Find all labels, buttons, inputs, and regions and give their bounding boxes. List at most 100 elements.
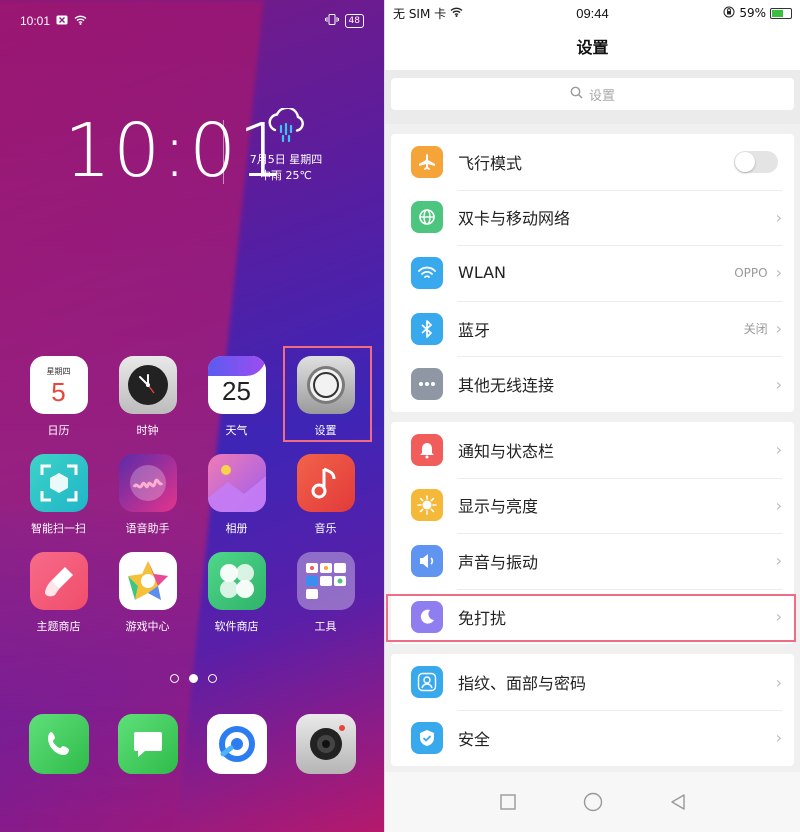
- airplane-icon: [411, 145, 443, 178]
- rotation-lock-icon: [723, 6, 735, 21]
- browser-icon: [206, 714, 267, 774]
- messages-icon: [117, 714, 178, 774]
- battery-percent: 59%: [739, 6, 766, 20]
- weather-date: 7月5日 星期四: [249, 153, 323, 166]
- recents-button[interactable]: [496, 790, 520, 814]
- chevron-right-icon: ›: [775, 728, 782, 748]
- chevron-right-icon: ›: [775, 672, 782, 692]
- globe-icon: [411, 201, 443, 234]
- settings-screen: 无 SIM 卡 09:44 59% 设置 设置 飞行模式 双卡与移动网络 › W…: [384, 0, 800, 832]
- scan-icon: [29, 454, 88, 512]
- battery-indicator: 48: [344, 14, 364, 28]
- dock-phone[interactable]: [14, 714, 103, 774]
- search-input[interactable]: 设置: [391, 78, 794, 110]
- chevron-right-icon: ›: [775, 319, 782, 339]
- app-calendar[interactable]: 星期四 5 日历: [14, 356, 103, 438]
- setting-label: 飞行模式: [458, 153, 523, 173]
- settings-app-highlight: [283, 346, 372, 442]
- status-time: 10:01: [20, 14, 51, 28]
- setting-label: 通知与状态栏: [458, 441, 555, 461]
- navigation-bar: [385, 772, 800, 832]
- settings-group-connectivity: 飞行模式 双卡与移动网络 › WLAN OPPO › 蓝牙 关闭 › 其他无线连…: [391, 134, 794, 412]
- page-dot[interactable]: [170, 674, 179, 683]
- airplane-mode-toggle[interactable]: [734, 150, 778, 173]
- chevron-right-icon: ›: [775, 440, 782, 460]
- back-button[interactable]: [666, 790, 690, 814]
- clock-icon: [118, 356, 177, 414]
- setting-dual-sim[interactable]: 双卡与移动网络 ›: [391, 189, 794, 246]
- dock-camera[interactable]: [281, 714, 370, 774]
- setting-notifications[interactable]: 通知与状态栏 ›: [391, 422, 794, 478]
- app-weather[interactable]: 25 天气: [192, 356, 281, 438]
- setting-bluetooth[interactable]: 蓝牙 关闭 ›: [391, 300, 794, 357]
- settings-group-security: 指纹、面部与密码 › 安全 ›: [391, 654, 794, 766]
- setting-label: WLAN: [458, 263, 507, 283]
- app-label: 工具: [314, 620, 337, 633]
- app-tools-folder[interactable]: 工具: [281, 552, 370, 634]
- calendar-day: 5: [51, 376, 66, 407]
- setting-label: 声音与振动: [458, 552, 539, 572]
- camera-icon: [295, 714, 356, 774]
- weather-icon-day: 25: [222, 375, 251, 406]
- home-screen: 10:01 48 10:01 7月5日 星期四 中雨 25℃ 星期四 5 日历 …: [0, 0, 384, 832]
- setting-value: 关闭: [743, 322, 768, 337]
- setting-airplane-mode[interactable]: 飞行模式: [391, 134, 794, 190]
- page-title: 设置: [385, 26, 800, 70]
- setting-fingerprint-face-password[interactable]: 指纹、面部与密码 ›: [391, 654, 794, 710]
- home-button[interactable]: [581, 790, 605, 814]
- theme-store-icon: [29, 552, 88, 610]
- home-status-bar: 10:01 48: [20, 12, 364, 30]
- wifi-icon: [450, 6, 463, 20]
- app-music[interactable]: 音乐: [281, 454, 370, 536]
- fingerprint-icon: [411, 666, 443, 699]
- calendar-weekday: 星期四: [46, 366, 71, 376]
- app-software-store[interactable]: 软件商店: [192, 552, 281, 634]
- page-indicator: [170, 674, 217, 683]
- setting-label: 双卡与移动网络: [458, 209, 571, 229]
- chevron-right-icon: ›: [775, 495, 782, 515]
- page-dot[interactable]: [208, 674, 217, 683]
- setting-wlan[interactable]: WLAN OPPO ›: [391, 245, 794, 301]
- wifi-icon: [411, 256, 443, 289]
- setting-label: 其他无线连接: [458, 376, 555, 396]
- app-label: 语音助手: [125, 522, 170, 535]
- app-gallery[interactable]: 相册: [192, 454, 281, 536]
- app-clock[interactable]: 时钟: [103, 356, 192, 438]
- app-store-icon: [207, 552, 266, 610]
- app-label: 相册: [225, 522, 248, 535]
- setting-display-brightness[interactable]: 显示与亮度 ›: [391, 477, 794, 534]
- app-voice-assistant[interactable]: 语音助手: [103, 454, 192, 536]
- settings-status-bar: 无 SIM 卡 09:44 59%: [385, 0, 800, 26]
- calendar-icon: 星期四 5: [29, 356, 88, 414]
- chevron-right-icon: ›: [775, 551, 782, 571]
- app-label: 日历: [47, 424, 70, 437]
- sound-icon: [411, 544, 443, 577]
- dock-messages[interactable]: [103, 714, 192, 774]
- setting-sound-vibration[interactable]: 声音与振动 ›: [391, 533, 794, 589]
- app-theme-store[interactable]: 主题商店: [14, 552, 103, 634]
- app-label: 智能扫一扫: [31, 522, 86, 535]
- carrier-label: 无 SIM 卡: [393, 6, 447, 21]
- setting-label: 安全: [458, 729, 491, 749]
- phone-icon: [28, 714, 89, 774]
- page-dot-active[interactable]: [189, 674, 198, 683]
- app-smart-scan[interactable]: 智能扫一扫: [14, 454, 103, 536]
- search-icon: [570, 86, 583, 103]
- setting-security[interactable]: 安全 ›: [391, 709, 794, 766]
- setting-other-wireless[interactable]: 其他无线连接 ›: [391, 356, 794, 412]
- dock-browser[interactable]: [192, 714, 281, 774]
- gallery-icon: [207, 454, 266, 512]
- clock-divider: [223, 120, 224, 184]
- more-icon: [411, 368, 443, 401]
- chevron-right-icon: ›: [775, 207, 782, 227]
- app-label: 时钟: [136, 424, 159, 437]
- app-label: 软件商店: [214, 620, 259, 633]
- search-bar-container: 设置: [385, 70, 800, 124]
- music-icon: [296, 454, 355, 512]
- app-label: 音乐: [314, 522, 337, 535]
- app-game-center[interactable]: 游戏中心: [103, 552, 192, 634]
- weather-widget[interactable]: 7月5日 星期四 中雨 25℃: [236, 106, 336, 184]
- do-not-disturb-highlight: [386, 594, 796, 642]
- app-label: 游戏中心: [125, 620, 170, 633]
- chevron-right-icon: ›: [775, 263, 782, 283]
